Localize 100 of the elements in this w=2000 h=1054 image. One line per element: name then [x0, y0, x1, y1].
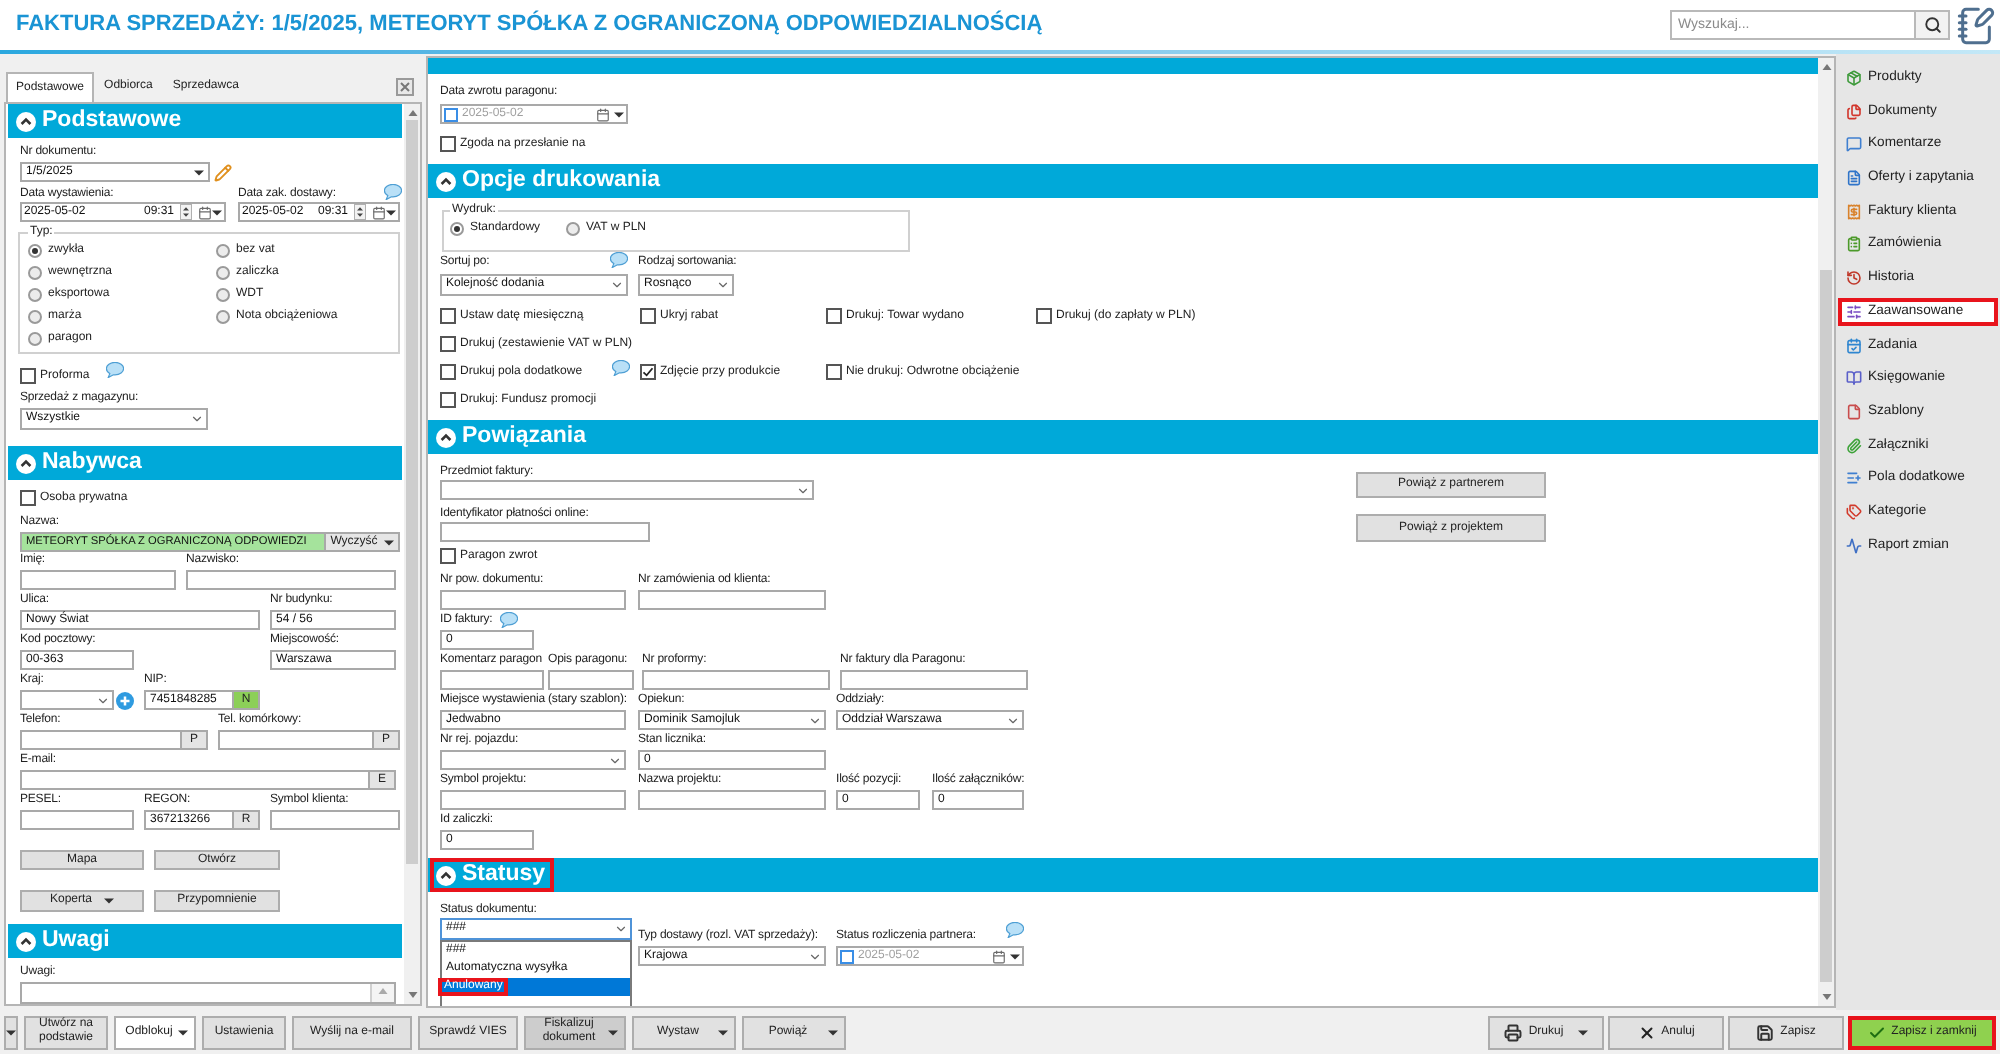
checkbox[interactable]: [440, 548, 456, 564]
section-title: Powiązania: [462, 424, 586, 450]
input-field[interactable]: [186, 570, 396, 590]
radio-button[interactable]: [28, 243, 42, 257]
caret-icon: [383, 539, 394, 545]
speech-bubble-icon: [500, 611, 519, 627]
input-field[interactable]: [642, 670, 830, 690]
radio-button[interactable]: [216, 265, 230, 279]
section-title: Opcje drukowania: [462, 168, 661, 194]
speech-bubble-icon: [105, 361, 124, 377]
file-icon: [1846, 403, 1862, 420]
section-title: Uwagi: [42, 928, 110, 954]
sliders-icon: [1846, 303, 1862, 320]
calendar-icon: [198, 205, 212, 219]
input-field[interactable]: [638, 590, 826, 610]
checkbox[interactable]: [840, 949, 854, 963]
radio-button[interactable]: [450, 221, 464, 235]
checkbox[interactable]: [440, 136, 456, 152]
radio-button[interactable]: [216, 309, 230, 323]
speech-bubble-icon: [612, 359, 630, 375]
input-field[interactable]: [440, 522, 650, 542]
radio-button[interactable]: [28, 265, 42, 279]
caret-icon: [386, 209, 396, 215]
checkbox[interactable]: [640, 364, 656, 380]
checkbox[interactable]: [20, 490, 36, 506]
radio-button[interactable]: [566, 221, 580, 235]
pulse-icon: [1846, 537, 1862, 554]
checkbox[interactable]: [444, 107, 458, 121]
chat-icon: [1846, 136, 1862, 153]
calendar-icon: [372, 205, 386, 219]
dropdown[interactable]: [20, 690, 114, 710]
checkbox[interactable]: [20, 368, 36, 384]
input-field[interactable]: [20, 770, 370, 790]
close-icon[interactable]: [396, 78, 414, 96]
scroll-down-icon[interactable]: [1821, 994, 1831, 1000]
pencil-icon[interactable]: [214, 163, 232, 181]
spinner-icon: [354, 204, 366, 220]
input-field[interactable]: [20, 570, 176, 590]
input-field[interactable]: [20, 730, 182, 750]
checkbox[interactable]: [826, 364, 842, 380]
radio-button[interactable]: [216, 287, 230, 301]
scrollbar[interactable]: [404, 104, 420, 1004]
documents-icon: [1846, 103, 1862, 120]
input-field[interactable]: [440, 670, 544, 690]
menu-button[interactable]: [4, 1015, 18, 1049]
tags-icon: [1846, 503, 1862, 520]
scroll-down-icon[interactable]: [407, 992, 417, 998]
section-title: Nabywca: [42, 450, 142, 476]
notepad-pencil-icon[interactable]: [1956, 5, 1996, 45]
checkbox[interactable]: [826, 308, 842, 324]
chevron-down-icon: [808, 949, 822, 963]
caret-icon: [212, 209, 222, 215]
x-icon: [1637, 1023, 1656, 1041]
input-field[interactable]: [548, 670, 634, 690]
scroll-up-icon[interactable]: [1821, 64, 1831, 70]
checkbox[interactable]: [440, 336, 456, 352]
scroll-up-icon[interactable]: [407, 110, 417, 116]
text-area[interactable]: [20, 982, 396, 1004]
input-field[interactable]: [638, 790, 826, 810]
speech-bubble-icon: [610, 252, 628, 268]
caret-icon: [6, 1029, 16, 1035]
chevron-down-icon: [796, 483, 810, 497]
chevron-up-icon: [16, 453, 36, 473]
plus-icon[interactable]: [116, 691, 134, 709]
chevron-down-icon: [808, 713, 822, 727]
checkbox[interactable]: [440, 392, 456, 408]
input-field[interactable]: [440, 590, 626, 610]
scroll-up-icon[interactable]: [378, 988, 388, 994]
radio-button[interactable]: [28, 331, 42, 345]
checkbox[interactable]: [440, 364, 456, 380]
scrollbar[interactable]: [1818, 58, 1834, 1006]
chevron-up-icon: [436, 427, 456, 447]
section-title: Podstawowe: [42, 108, 182, 134]
dropdown[interactable]: [440, 480, 814, 500]
dropdown[interactable]: [440, 750, 626, 770]
chevron-up-icon: [16, 111, 36, 131]
clipboard-icon: [1846, 236, 1862, 253]
chevron-down-icon: [614, 922, 628, 936]
checkbox[interactable]: [640, 308, 656, 324]
document-icon: [1846, 170, 1862, 187]
checkbox[interactable]: [1036, 308, 1052, 324]
checkmark-icon: [1867, 1023, 1886, 1041]
radio-button[interactable]: [28, 309, 42, 323]
printer-icon: [1504, 1023, 1523, 1041]
input-field[interactable]: [440, 790, 626, 810]
calendar-icon: [596, 107, 610, 121]
input-field[interactable]: [20, 810, 134, 830]
input-field[interactable]: [218, 730, 374, 750]
calendar-check-icon: [1846, 337, 1862, 353]
paperclip-icon: [1846, 437, 1862, 454]
radio-button[interactable]: [28, 287, 42, 301]
caret-icon: [1010, 953, 1020, 959]
search-button[interactable]: [1916, 10, 1950, 40]
calendar-icon: [992, 949, 1006, 963]
input-field[interactable]: [840, 670, 1028, 690]
section-title: Statusy: [462, 862, 546, 888]
input-field[interactable]: [270, 810, 400, 830]
checkbox[interactable]: [440, 308, 456, 324]
caret-icon: [614, 111, 624, 117]
radio-button[interactable]: [216, 243, 230, 257]
